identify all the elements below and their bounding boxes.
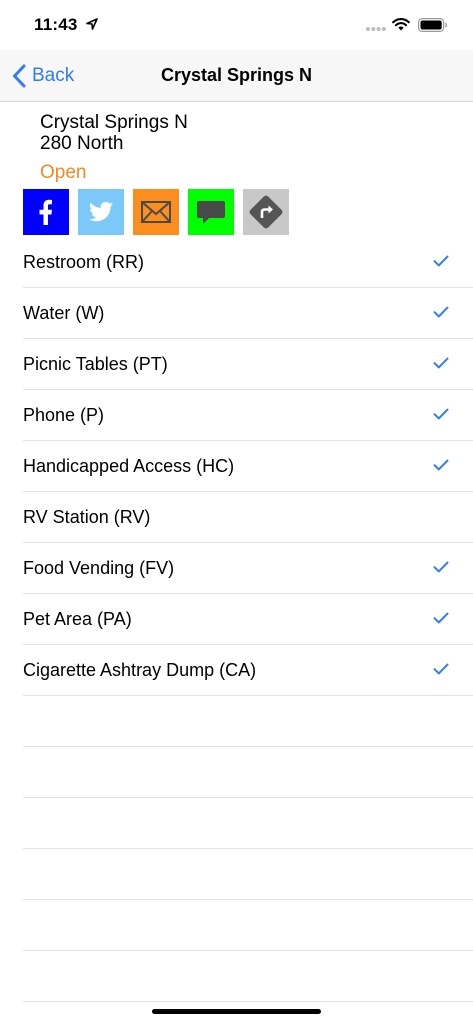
page-title: Crystal Springs N — [160, 65, 313, 85]
status-badge: Open — [40, 162, 87, 183]
sms-share-button[interactable] — [188, 189, 234, 235]
facility-row-water[interactable]: Water (W) — [23, 288, 473, 339]
location-arrow-icon — [86, 18, 98, 30]
status-time: 11:43 — [34, 15, 78, 34]
facility-label: Food Vending (FV) — [23, 558, 175, 578]
facility-label: RV Station (RV) — [23, 507, 151, 527]
sms-icon — [197, 201, 225, 224]
wifi-icon — [392, 18, 410, 31]
facility-label: Cigarette Ashtray Dump (CA) — [23, 660, 257, 680]
home-indicator[interactable] — [152, 1009, 321, 1014]
email-icon — [141, 201, 171, 223]
location-highway: 280 North — [40, 133, 124, 154]
facility-label: Restroom (RR) — [23, 252, 145, 272]
facility-row-cigarette-ashtray-dump[interactable]: Cigarette Ashtray Dump (CA) — [23, 645, 473, 696]
signal-icon — [366, 27, 386, 31]
empty-row — [23, 798, 473, 849]
facility-label: Water (W) — [23, 303, 105, 323]
empty-row — [23, 849, 473, 900]
checkmark-icon — [433, 357, 449, 369]
facility-label: Pet Area (PA) — [23, 609, 132, 629]
checkmark-icon — [433, 612, 449, 624]
empty-row — [23, 747, 473, 798]
directions-icon — [249, 195, 283, 229]
checkmark-icon — [433, 561, 449, 573]
facility-row-phone[interactable]: Phone (P) — [23, 390, 473, 441]
facility-label: Handicapped Access (HC) — [23, 456, 235, 476]
facility-label: Phone (P) — [23, 405, 105, 425]
checkmark-icon — [433, 306, 449, 318]
navigation-bar: Back Crystal Springs N — [0, 50, 473, 102]
checkmark-icon — [433, 663, 449, 675]
facility-row-food-vending[interactable]: Food Vending (FV) — [23, 543, 473, 594]
empty-row — [23, 696, 473, 747]
empty-row — [23, 951, 473, 1002]
facility-row-pet-area[interactable]: Pet Area (PA) — [23, 594, 473, 645]
location-header: Crystal Springs N 280 North Open — [40, 112, 188, 183]
twitter-share-button[interactable] — [78, 189, 124, 235]
twitter-icon — [89, 201, 113, 222]
facility-row-picnic-tables[interactable]: Picnic Tables (PT) — [23, 339, 473, 390]
facility-row-handicapped-access[interactable]: Handicapped Access (HC) — [23, 441, 473, 492]
empty-row — [23, 900, 473, 951]
facility-row-rv-station[interactable]: RV Station (RV) — [23, 492, 473, 543]
location-name: Crystal Springs N — [40, 112, 188, 133]
checkmark-icon — [433, 408, 449, 420]
status-bar: 11:43 — [0, 0, 473, 50]
email-share-button[interactable] — [133, 189, 179, 235]
checkmark-icon — [433, 459, 449, 471]
directions-share-button[interactable] — [243, 189, 289, 235]
facebook-icon — [39, 199, 52, 225]
facebook-share-button[interactable] — [23, 189, 69, 235]
facility-label: Picnic Tables (PT) — [23, 354, 168, 374]
facility-list: Restroom (RR) Water (W) Picnic Tables (P… — [23, 237, 473, 1002]
checkmark-icon — [433, 255, 449, 267]
facility-row-restroom[interactable]: Restroom (RR) — [23, 237, 473, 288]
share-buttons — [23, 189, 298, 235]
battery-icon — [418, 18, 447, 32]
